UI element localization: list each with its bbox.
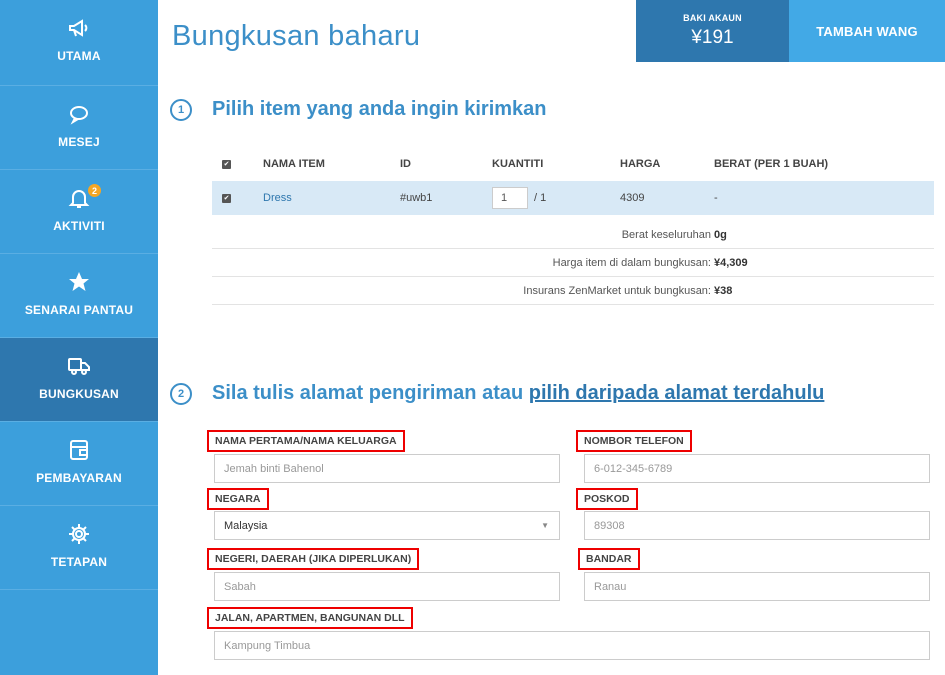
sidebar-item-label: BUNGKUSAN [39, 387, 119, 401]
summary-row-insurance: Insurans ZenMarket untuk bungkusan: ¥38 [212, 277, 934, 305]
column-header-weight: BERAT (PER 1 BUAH) [714, 158, 829, 170]
summary-row-items-price: Harga item di dalam bungkusan: ¥4,309 [212, 249, 934, 277]
sidebar-item-mesej[interactable]: MESEJ [0, 86, 158, 170]
check-icon: ✔ [222, 159, 231, 169]
street-input[interactable]: Kampung Timbua [214, 631, 930, 660]
star-icon [67, 270, 91, 299]
item-price: 4309 [620, 192, 645, 204]
chevron-down-icon: ▼ [541, 521, 549, 530]
country-label: NEGARA [207, 488, 269, 510]
balance-label: BAKI AKAUN [683, 13, 742, 23]
summary-value: ¥4,309 [714, 256, 748, 269]
step-2-title: Sila tulis alamat pengiriman atau pilih … [212, 382, 824, 405]
item-checkbox[interactable]: ✔ [222, 181, 231, 215]
sidebar-item-utama[interactable]: UTAMA [0, 0, 158, 86]
name-input[interactable]: Jemah binti Bahenol [214, 454, 560, 483]
postcode-label: POSKOD [576, 488, 638, 510]
step-2-title-text: Sila tulis alamat pengiriman atau [212, 382, 529, 404]
account-balance: BAKI AKAUN ¥191 [636, 0, 789, 62]
table-header-row: ✔ NAMA ITEM ID KUANTITI HARGA BERAT (PER… [212, 147, 934, 181]
summary-label: Harga item di dalam bungkusan: [552, 256, 711, 269]
quantity-input[interactable]: 1 [492, 187, 528, 209]
previous-address-link[interactable]: pilih daripada alamat terdahulu [529, 382, 825, 404]
item-id: #uwb1 [400, 192, 433, 204]
sidebar-item-aktiviti[interactable]: 2 AKTIVITI [0, 170, 158, 254]
country-selected-value: Malaysia [224, 519, 268, 532]
table-row: ✔ Dress #uwb1 1 / 1 4309 - [212, 181, 934, 215]
step-2-number: 2 [170, 383, 192, 405]
quantity-cell: 1 / 1 [492, 181, 546, 215]
phone-input[interactable]: 6-012-345-6789 [584, 454, 930, 483]
sidebar-item-label: PEMBAYARAN [36, 471, 122, 485]
step-1-title: Pilih item yang anda ingin kirimkan [212, 98, 547, 120]
sidebar: UTAMA MESEJ 2 AKTIVITI SENARAI PANTAU BU… [0, 0, 158, 675]
notification-badge: 2 [88, 184, 101, 197]
summary-value: ¥38 [714, 284, 733, 297]
sidebar-item-bungkusan[interactable]: BUNGKUSAN [0, 338, 158, 422]
city-input[interactable]: Ranau [584, 572, 930, 601]
column-header-quantity: KUANTITI [492, 158, 544, 170]
megaphone-icon [67, 16, 91, 45]
sidebar-item-senarai-pantau[interactable]: SENARAI PANTAU [0, 254, 158, 338]
wallet-icon [67, 438, 91, 467]
city-label: BANDAR [578, 548, 640, 570]
sidebar-item-pembayaran[interactable]: PEMBAYARAN [0, 422, 158, 506]
sidebar-item-label: TETAPAN [50, 555, 108, 569]
state-input[interactable]: Sabah [214, 572, 560, 601]
step-1-number: 1 [170, 99, 192, 121]
column-header-price: HARGA [620, 158, 661, 170]
summary-label: Insurans ZenMarket untuk bungkusan: [523, 284, 711, 297]
country-select[interactable]: Malaysia ▼ [214, 511, 560, 540]
item-weight: - [714, 192, 718, 204]
street-label: JALAN, APARTMEN, BANGUNAN DLL [207, 607, 413, 629]
postcode-input[interactable]: 89308 [584, 511, 930, 540]
check-icon: ✔ [222, 193, 231, 203]
delivery-truck-icon [67, 354, 91, 383]
phone-label: NOMBOR TELEFON [576, 430, 692, 452]
chat-bubble-icon [67, 102, 91, 131]
quantity-max: / 1 [534, 192, 547, 204]
gear-icon [67, 522, 91, 551]
page-title: Bungkusan baharu [172, 20, 421, 52]
sidebar-item-label: UTAMA [57, 49, 101, 63]
summary-value: 0g [714, 228, 727, 241]
sidebar-item-tetapan[interactable]: TETAPAN [0, 506, 158, 590]
sidebar-item-label: SENARAI PANTAU [24, 303, 134, 317]
summary-label: Berat keseluruhan [621, 228, 711, 241]
state-label: NEGERI, DAERAH (JIKA DIPERLUKAN) [207, 548, 420, 570]
top-up-button[interactable]: TAMBAH WANG [789, 0, 945, 62]
balance-value: ¥191 [691, 27, 734, 48]
column-header-id: ID [400, 158, 411, 170]
summary-row-total-weight: Berat keseluruhan 0g [212, 221, 934, 249]
select-all-checkbox[interactable]: ✔ [222, 147, 231, 181]
bell-icon: 2 [67, 184, 101, 215]
name-label: NAMA PERTAMA/NAMA KELUARGA [207, 430, 405, 452]
sidebar-item-label: MESEJ [58, 135, 100, 149]
column-header-name: NAMA ITEM [263, 158, 325, 170]
item-name-link[interactable]: Dress [263, 181, 292, 215]
sidebar-item-label: AKTIVITI [53, 219, 105, 233]
